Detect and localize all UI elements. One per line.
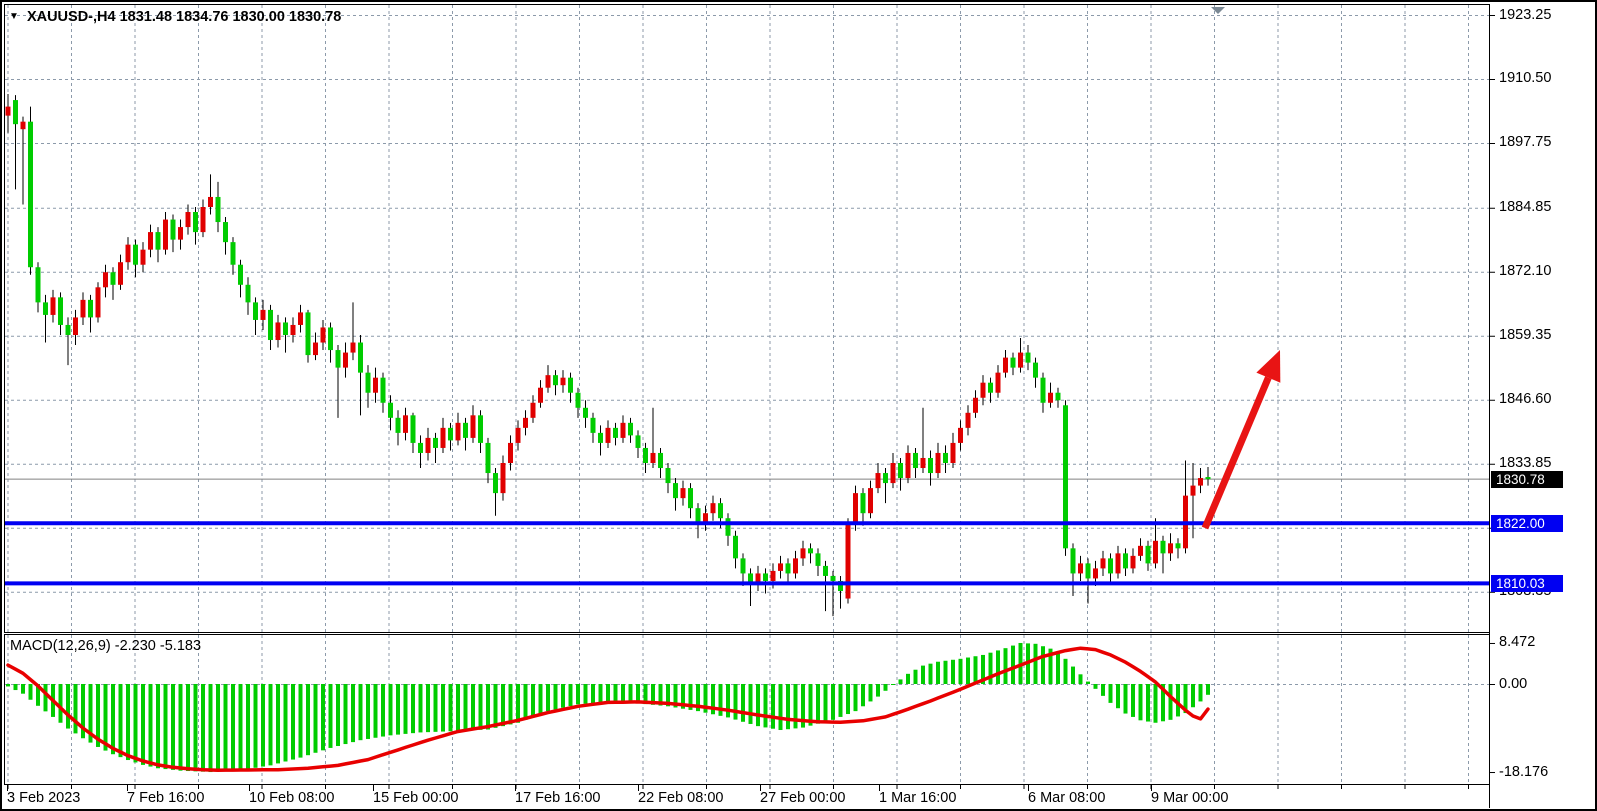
time-axis-label: 9 Mar 00:00: [1151, 790, 1228, 806]
support-line-price-tag-1810: 1810.03: [1491, 575, 1563, 592]
macd-axis-label: 8.472: [1499, 634, 1535, 650]
chart-title: ▼ XAUUSD-,H4 1831.48 1834.76 1830.00 183…: [9, 9, 341, 25]
price-axis-label: 1897.75: [1499, 134, 1551, 150]
time-axis-label: 3 Feb 2023: [7, 790, 80, 806]
ohlc-readout: 1831.48 1834.76 1830.00 1830.78: [120, 9, 342, 25]
time-axis-label: 10 Feb 08:00: [249, 790, 334, 806]
price-axis-label: 1846.60: [1499, 391, 1551, 407]
price-axis-label: 1872.10: [1499, 263, 1551, 279]
price-chart-canvas: [2, 2, 1597, 811]
time-axis-label: 7 Feb 16:00: [127, 790, 204, 806]
time-axis-label: 17 Feb 16:00: [515, 790, 600, 806]
time-axis-label: 22 Feb 08:00: [638, 790, 723, 806]
macd-indicator-label: MACD(12,26,9) -2.230 -5.183: [10, 638, 201, 654]
time-axis-label: 27 Feb 00:00: [760, 790, 845, 806]
price-axis-label: 1884.85: [1499, 199, 1551, 215]
price-axis-label: 1910.50: [1499, 70, 1551, 86]
price-axis-label: 1859.35: [1499, 327, 1551, 343]
price-axis-label: 1833.85: [1499, 455, 1551, 471]
time-axis-label: 6 Mar 08:00: [1028, 790, 1105, 806]
chart-shift-marker-icon[interactable]: [1211, 7, 1225, 14]
current-price-tag: 1830.78: [1491, 471, 1563, 488]
symbol-dropdown-icon[interactable]: ▼: [9, 11, 19, 22]
chart-window: ▼ XAUUSD-,H4 1831.48 1834.76 1830.00 183…: [0, 0, 1597, 811]
price-axis-label: 1923.25: [1499, 7, 1551, 23]
support-line-price-tag-1822: 1822.00: [1491, 515, 1563, 532]
main-panel-border: [5, 5, 1490, 633]
macd-axis-label: 0.00: [1499, 676, 1527, 692]
candlestick-series: [6, 94, 1211, 616]
symbol-period-label: XAUUSD-,H4: [27, 9, 116, 25]
time-axis-label: 15 Feb 00:00: [373, 790, 458, 806]
time-axis-label: 1 Mar 16:00: [879, 790, 956, 806]
macd-axis-label: -18.176: [1499, 764, 1548, 780]
